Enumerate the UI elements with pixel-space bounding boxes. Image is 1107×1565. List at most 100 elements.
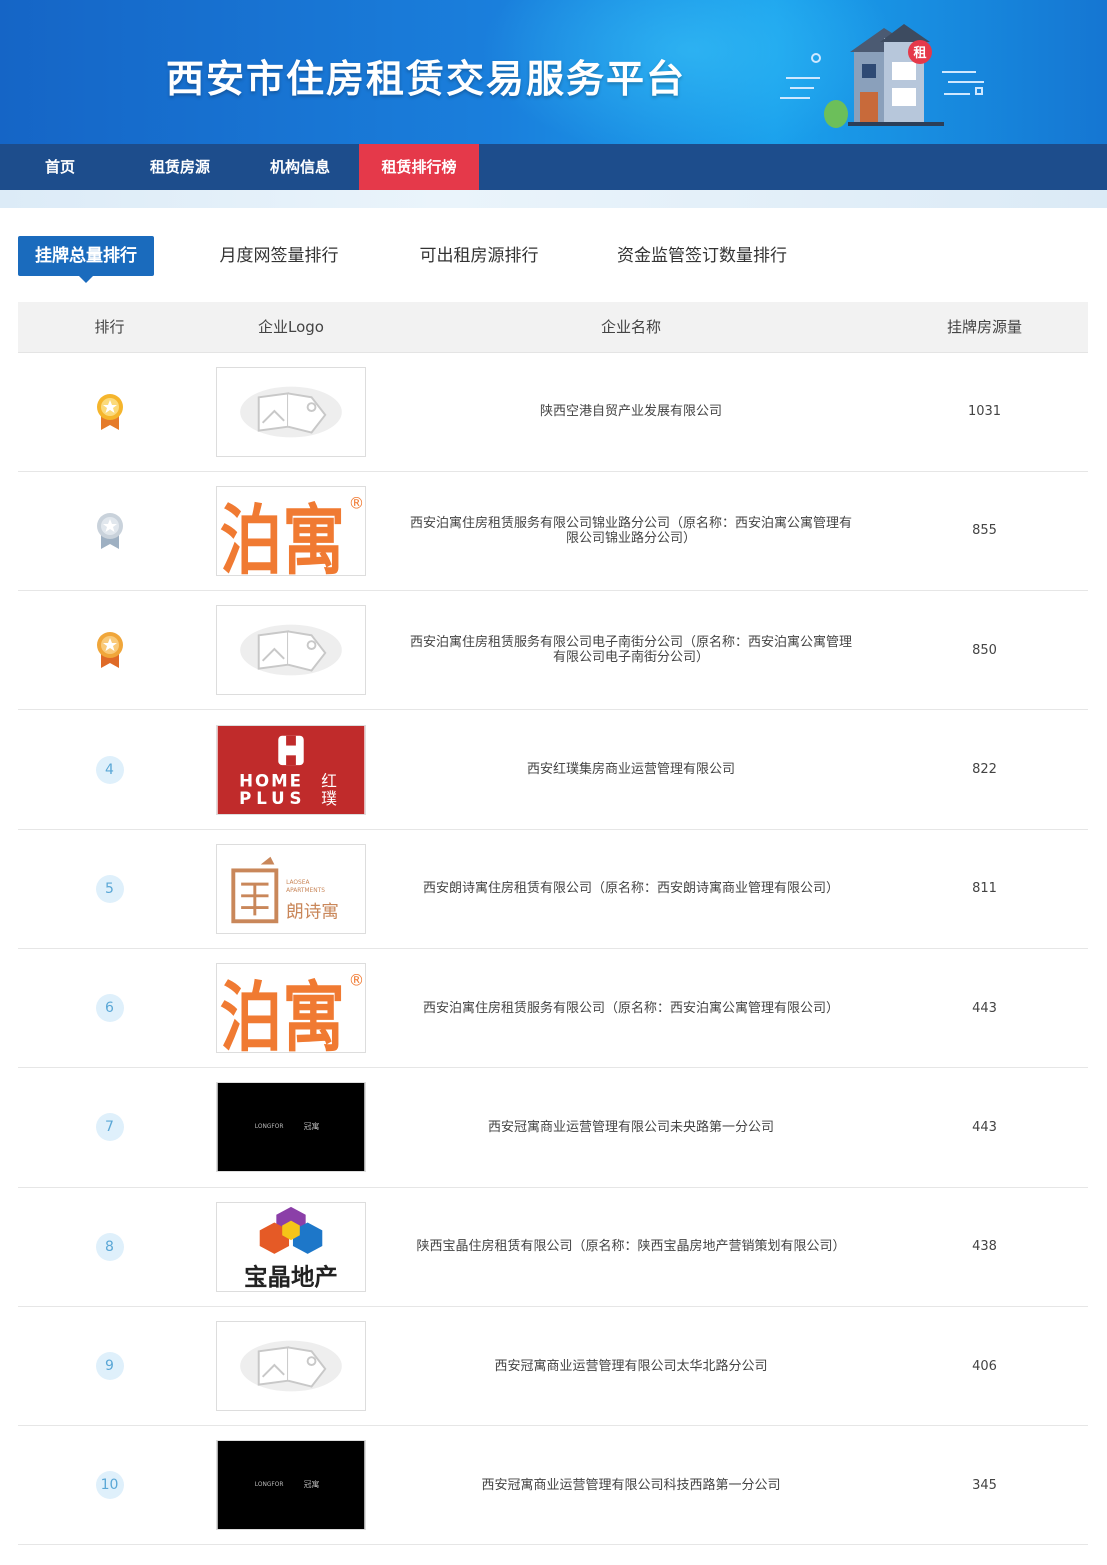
company-name[interactable]: 西安冠寓商业运营管理有限公司太华北路分公司 xyxy=(381,1306,881,1427)
svg-text:PLUS: PLUS xyxy=(239,789,306,808)
table-row: 6 泊寓 ® 西安泊寓住房租赁服务有限公司（原名称：西安泊寓公寓管理有限公司） 443 xyxy=(18,948,1088,1069)
rank-number-badge: 5 xyxy=(95,874,124,903)
svg-text:朗诗寓: 朗诗寓 xyxy=(286,902,339,922)
company-name[interactable]: 西安红璞集房商业运营管理有限公司 xyxy=(381,709,881,830)
site-title: 西安市住房租赁交易服务平台 xyxy=(166,57,687,101)
laosea-logo[interactable]: LAOSEA APARTMENTS 朗诗寓 xyxy=(216,843,366,934)
logo-cell: 泊寓 ® xyxy=(201,948,381,1069)
table-row: 8 宝晶地产 陕西宝晶住房租赁有限公司（原名称：陕西宝晶房地产营销策划有限公司） 43… xyxy=(18,1187,1088,1307)
company-name[interactable]: 陕西宝晶住房租赁有限公司（原名称：陕西宝晶房地产营销策划有限公司） xyxy=(381,1187,881,1307)
bohe-logo[interactable]: 泊寓 ® xyxy=(216,963,366,1054)
homeplus-logo[interactable]: HOME PLUS 红璞 xyxy=(216,724,366,815)
gold-medal-icon xyxy=(95,393,125,430)
header-company-name: 企业名称 xyxy=(381,302,881,353)
logo-cell xyxy=(201,352,381,472)
bohe-logo[interactable]: 泊寓 ® xyxy=(216,485,366,576)
placeholder-image-icon[interactable] xyxy=(216,366,366,457)
listing-count: 406 xyxy=(881,1306,1088,1427)
tab-monthly-contracts[interactable]: 月度网签量排行 xyxy=(204,236,354,276)
rank-number-badge: 4 xyxy=(95,755,124,784)
tab-total-listings[interactable]: 挂牌总量排行 xyxy=(18,236,154,283)
nav-item-home[interactable]: 首页 xyxy=(0,144,120,190)
rank-cell: 4 xyxy=(18,709,201,830)
longfor-logo[interactable]: LONGFOR 冠寓 xyxy=(216,1440,366,1531)
table-row: 陕西空港自贸产业发展有限公司 1031 xyxy=(18,352,1088,472)
nav-divider-strip xyxy=(0,190,1107,208)
svg-text:冠寓: 冠寓 xyxy=(304,1121,320,1131)
table-row: 泊寓 ® 西安泊寓住房租赁服务有限公司锦业路分公司（原名称：西安泊寓公寓管理有限公司… xyxy=(18,471,1088,592)
ranking-tabs: 挂牌总量排行 月度网签量排行 可出租房源排行 资金监管签订数量排行 xyxy=(18,236,1088,283)
table-row: 10 LONGFOR 冠寓 西安冠寓商业运营管理有限公司科技西路第一分公司 345 xyxy=(18,1425,1088,1546)
bohe-logo-text: 泊寓 xyxy=(220,496,345,575)
rank-number-badge: 9 xyxy=(95,1352,124,1381)
listing-count: 811 xyxy=(881,829,1088,949)
svg-text:宝晶地产: 宝晶地产 xyxy=(244,1263,338,1291)
svg-text:APARTMENTS: APARTMENTS xyxy=(286,888,325,894)
table-row: 4 HOME PLUS 红璞 西安红璞集房商业运营管理有限公司 822 xyxy=(18,709,1088,830)
company-name[interactable]: 西安冠寓商业运营管理有限公司科技西路第一分公司 xyxy=(381,1425,881,1546)
logo-cell: LONGFOR 冠寓 xyxy=(201,1067,381,1188)
company-name[interactable]: 西安泊寓住房租赁服务有限公司电子南街分公司（原名称：西安泊寓公寓管理有限公司电子… xyxy=(381,590,881,711)
header-listing-count: 挂牌房源量 xyxy=(881,302,1088,353)
svg-text:冠寓: 冠寓 xyxy=(304,1479,320,1489)
company-name[interactable]: 西安泊寓住房租赁服务有限公司锦业路分公司（原名称：西安泊寓公寓管理有限公司锦业路… xyxy=(381,471,881,592)
rank-cell: 6 xyxy=(18,948,201,1069)
logo-cell: 泊寓 ® xyxy=(201,471,381,592)
svg-text:璞: 璞 xyxy=(321,789,337,808)
header-banner: 西安市住房租赁交易服务平台 租 xyxy=(0,0,1107,144)
logo-cell: LONGFOR 冠寓 xyxy=(201,1425,381,1546)
tab-fund-supervision[interactable]: 资金监管签订数量排行 xyxy=(604,236,800,276)
listing-count: 850 xyxy=(881,590,1088,711)
longfor-logo[interactable]: LONGFOR 冠寓 xyxy=(216,1082,366,1173)
svg-text:®: ® xyxy=(349,971,365,990)
placeholder-image-icon[interactable] xyxy=(216,605,366,696)
listing-count: 443 xyxy=(881,948,1088,1069)
company-name[interactable]: 西安冠寓商业运营管理有限公司未央路第一分公司 xyxy=(381,1067,881,1188)
bronze-medal-icon xyxy=(95,632,125,669)
rank-cell: 9 xyxy=(18,1306,201,1427)
table-row: 7 LONGFOR 冠寓 西安冠寓商业运营管理有限公司未央路第一分公司 443 xyxy=(18,1067,1088,1188)
rank-cell: 7 xyxy=(18,1067,201,1188)
table-header-row: 排行 企业Logo 企业名称 挂牌房源量 xyxy=(18,302,1088,353)
logo-cell xyxy=(201,1306,381,1427)
nav-item-agencies[interactable]: 机构信息 xyxy=(240,144,360,190)
table-row: 西安泊寓住房租赁服务有限公司电子南街分公司（原名称：西安泊寓公寓管理有限公司电子… xyxy=(18,590,1088,711)
nav-item-ranking[interactable]: 租赁排行榜 xyxy=(359,144,479,190)
company-name[interactable]: 西安泊寓住房租赁服务有限公司（原名称：西安泊寓公寓管理有限公司） xyxy=(381,948,881,1069)
baojing-logo[interactable]: 宝晶地产 xyxy=(216,1201,366,1292)
header-rank: 排行 xyxy=(18,302,201,353)
rent-badge: 租 xyxy=(913,46,926,61)
ranking-table: 排行 企业Logo 企业名称 挂牌房源量 陕西空港自贸产业发展有限公司 1031 泊… xyxy=(18,302,1088,1546)
logo-cell xyxy=(201,590,381,711)
header-logo: 企业Logo xyxy=(201,302,381,353)
rank-cell: 5 xyxy=(18,829,201,949)
logo-cell: LAOSEA APARTMENTS 朗诗寓 xyxy=(201,829,381,949)
placeholder-image-icon[interactable] xyxy=(216,1321,366,1412)
svg-text:LONGFOR: LONGFOR xyxy=(255,1482,284,1488)
rank-cell xyxy=(18,590,201,711)
table-row: 9 西安冠寓商业运营管理有限公司太华北路分公司 406 xyxy=(18,1306,1088,1427)
table-row: 5 LAOSEA APARTMENTS 朗诗寓 西安朗诗寓住房租赁有限公司（原名称：西安… xyxy=(18,829,1088,949)
bohe-logo-text: 泊寓 xyxy=(220,973,345,1052)
silver-medal-icon xyxy=(95,512,125,549)
listing-count: 855 xyxy=(881,471,1088,592)
listing-count: 822 xyxy=(881,709,1088,830)
nav-item-listings[interactable]: 租赁房源 xyxy=(120,144,240,190)
tab-available-listings[interactable]: 可出租房源排行 xyxy=(404,236,554,276)
listing-count: 1031 xyxy=(881,352,1088,472)
rank-number-badge: 7 xyxy=(95,1113,124,1142)
listing-count: 438 xyxy=(881,1187,1088,1307)
rank-cell: 8 xyxy=(18,1187,201,1307)
listing-count: 345 xyxy=(881,1425,1088,1546)
listing-count: 443 xyxy=(881,1067,1088,1188)
company-name[interactable]: 陕西空港自贸产业发展有限公司 xyxy=(381,352,881,472)
svg-text:®: ® xyxy=(349,493,365,512)
ranking-table-body: 陕西空港自贸产业发展有限公司 1031 泊寓 ® 西安泊寓住房租赁服务有限公司锦业路分公… xyxy=(18,352,1088,1546)
house-illustration-icon: 租 xyxy=(780,24,984,128)
logo-cell: HOME PLUS 红璞 xyxy=(201,709,381,830)
svg-text:红: 红 xyxy=(321,771,337,790)
rank-number-badge: 10 xyxy=(95,1471,124,1500)
rank-number-badge: 8 xyxy=(95,1232,124,1261)
logo-cell: 宝晶地产 xyxy=(201,1187,381,1307)
company-name[interactable]: 西安朗诗寓住房租赁有限公司（原名称：西安朗诗寓商业管理有限公司） xyxy=(381,829,881,949)
